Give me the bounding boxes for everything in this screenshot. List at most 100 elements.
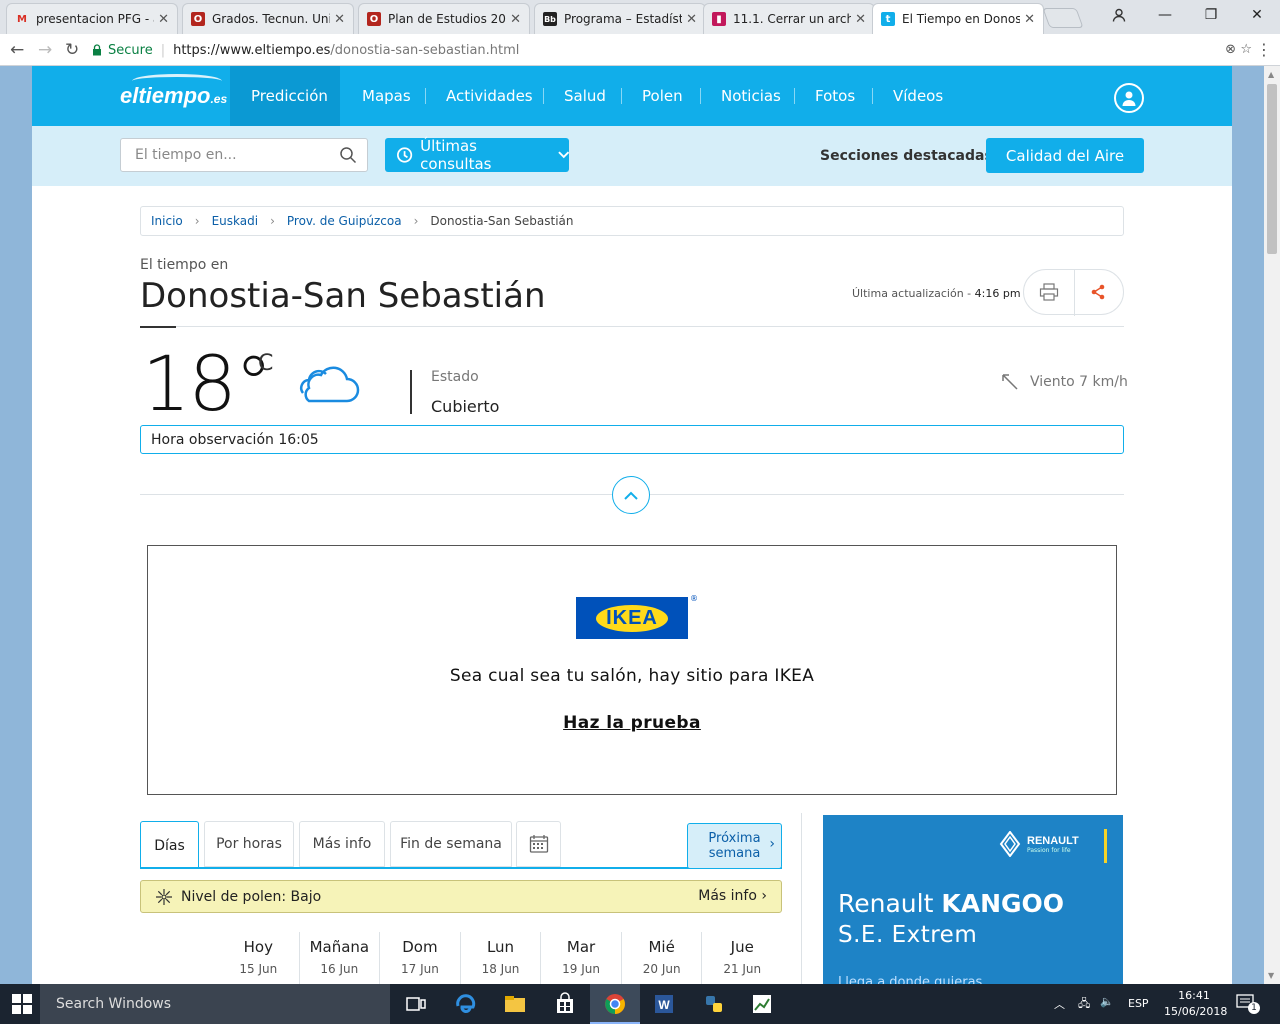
browser-tab[interactable]: O Plan de Estudios 2016 ✕ [358, 3, 530, 34]
page-scrollbar[interactable]: ▲ ▼ [1264, 66, 1280, 984]
back-icon[interactable]: ← [10, 40, 24, 60]
forward-icon[interactable]: → [38, 40, 52, 60]
store-icon[interactable] [553, 992, 577, 1016]
bookmark-star-icon[interactable]: ☆ [1240, 42, 1252, 57]
bb-icon: Bb [543, 12, 557, 26]
tab-calendar[interactable] [516, 821, 561, 867]
chrome-taskbar-item[interactable] [590, 984, 640, 1024]
day-column[interactable]: Dom 17 Jun [379, 932, 460, 984]
current-temperature: 18° [142, 339, 273, 428]
day-column[interactable]: Mié 20 Jun [620, 932, 702, 984]
chevron-right-icon: › [194, 214, 200, 228]
tab-dias[interactable]: Días [140, 821, 199, 869]
task-view-icon[interactable] [404, 992, 428, 1016]
eltiempo-icon: t [881, 12, 895, 26]
scrollbar-thumb[interactable] [1267, 84, 1277, 254]
cloudy-weather-icon [300, 366, 360, 403]
tab-por-horas[interactable]: Por horas [204, 821, 294, 867]
notifications-icon[interactable]: 1 [1236, 994, 1260, 1016]
close-icon[interactable]: ✕ [334, 12, 345, 27]
network-icon[interactable]: 🖧 [1078, 995, 1090, 1014]
pollen-flower-icon [156, 889, 172, 905]
file-explorer-icon[interactable] [503, 992, 527, 1016]
unav-icon: O [367, 12, 381, 26]
collapse-button[interactable] [612, 476, 650, 514]
polen-level: Nivel de polen: Bajo [181, 888, 322, 905]
browser-tab[interactable]: Bb Programa – Estadístic ✕ [534, 3, 706, 34]
new-tab-button[interactable] [1042, 8, 1084, 28]
word-icon[interactable]: W [652, 992, 676, 1016]
nav-mapas[interactable]: Mapas [341, 66, 431, 126]
close-icon[interactable]: ✕ [686, 12, 697, 27]
taskbar-clock[interactable]: 16:41 15/06/2018 [1164, 988, 1227, 1020]
menu-icon[interactable]: ⋮ [1256, 40, 1272, 59]
calidad-aire-button[interactable]: Calidad del Aire [986, 138, 1144, 173]
breadcrumb-euskadi[interactable]: Euskadi [212, 214, 258, 228]
print-icon[interactable] [1024, 270, 1074, 314]
location-blocked-icon[interactable]: ⊗ [1225, 42, 1236, 57]
location-search-input[interactable]: El tiempo en... [120, 138, 368, 172]
renault-logo: RENAULT Passion for life [999, 831, 1079, 857]
close-icon[interactable]: ✕ [158, 12, 169, 27]
day-column[interactable]: Jue 21 Jun [701, 932, 782, 984]
close-icon[interactable]: ✕ [1024, 12, 1035, 27]
user-account-icon[interactable] [1114, 83, 1144, 113]
breadcrumb-inicio[interactable]: Inicio [151, 214, 183, 228]
ad-cta-link[interactable]: Haz la prueba [148, 713, 1116, 733]
page-pretitle: El tiempo en [140, 257, 229, 273]
browser-tab[interactable]: ▮ 11.1. Cerrar un archivo ✕ [703, 3, 875, 34]
renault-subline: Llega a donde quieras [838, 975, 983, 984]
reload-icon[interactable]: ↻ [65, 40, 79, 60]
scroll-up-icon[interactable]: ▲ [1268, 70, 1274, 79]
language-indicator[interactable]: ESP [1128, 997, 1149, 1010]
close-icon[interactable]: ✕ [855, 12, 866, 27]
renault-headline: Renault KANGOO [838, 889, 1065, 918]
profile-icon[interactable] [1096, 0, 1142, 30]
browser-tab-strip: M presentacion PFG - al ✕ O Grados. Tecn… [0, 0, 1280, 34]
volume-muted-icon[interactable]: 🔈 [1100, 995, 1114, 1008]
nav-videos[interactable]: Vídeos [872, 66, 963, 126]
nav-prediccion[interactable]: Predicción [230, 66, 340, 126]
day-column[interactable]: Hoy 15 Jun [218, 932, 299, 984]
polen-mas-info-link[interactable]: Más info › [698, 888, 767, 904]
windows-start-icon[interactable] [12, 994, 32, 1014]
ikea-logo: IKEA [576, 597, 688, 639]
nav-noticias[interactable]: Noticias [700, 66, 801, 126]
tray-chevron-up-icon[interactable]: ︿ [1054, 996, 1065, 1012]
day-column[interactable]: Lun 18 Jun [459, 932, 541, 984]
nav-polen[interactable]: Polen [621, 66, 703, 126]
share-icon[interactable] [1074, 270, 1124, 314]
breadcrumb: Inicio › Euskadi › Prov. de Guipúzcoa › Don… [140, 206, 1124, 236]
nav-actividades[interactable]: Actividades [425, 66, 553, 126]
nav-salud[interactable]: Salud [543, 66, 626, 126]
day-column[interactable]: Mar 19 Jun [540, 932, 621, 984]
renault-edition: S.E. Extrem [838, 922, 978, 948]
proxima-semana-button[interactable]: Próxima semana › [687, 823, 782, 869]
chart-app-icon[interactable] [750, 992, 774, 1016]
taskbar-search-input[interactable]: Search Windows [40, 984, 390, 1024]
day-list: Hoy 15 Jun Mañana 16 Jun Dom 17 Jun Lun 18 J… [218, 932, 782, 984]
history-icon [397, 147, 413, 163]
edge-browser-icon[interactable] [454, 992, 478, 1016]
day-column[interactable]: Mañana 16 Jun [298, 932, 380, 984]
tab-fin-de-semana[interactable]: Fin de semana [390, 821, 512, 867]
browser-tab[interactable]: O Grados. Tecnun. Unive ✕ [182, 3, 354, 34]
url-field[interactable]: Secure | https://www.eltiempo.es/donosti… [92, 37, 1248, 63]
site-logo[interactable]: eltiempo.es [120, 83, 227, 109]
renault-ad[interactable]: RENAULT Passion for life Renault KANGOO S… [823, 815, 1123, 984]
nav-fotos[interactable]: Fotos [794, 66, 875, 126]
tab-mas-info[interactable]: Más info [299, 821, 385, 867]
browser-tab-active[interactable]: t El Tiempo en Donostia ✕ [872, 3, 1044, 34]
ultimas-consultas-button[interactable]: Últimas consultas [385, 137, 569, 173]
minimize-icon[interactable]: — [1142, 0, 1188, 30]
browser-tab[interactable]: M presentacion PFG - al ✕ [6, 3, 178, 34]
wind-info: Viento 7 km/h [1000, 372, 1128, 392]
python-icon[interactable] [702, 992, 726, 1016]
ikea-ad[interactable]: IKEA ® Sea cual sea tu salón, hay sitio … [147, 545, 1117, 795]
breadcrumb-guipuzcoa[interactable]: Prov. de Guipúzcoa [287, 214, 402, 228]
window-close-icon[interactable]: ✕ [1234, 0, 1280, 30]
search-icon[interactable] [339, 146, 357, 164]
restore-icon[interactable]: ❐ [1188, 0, 1234, 30]
scroll-down-icon[interactable]: ▼ [1268, 971, 1274, 980]
close-icon[interactable]: ✕ [510, 12, 521, 27]
